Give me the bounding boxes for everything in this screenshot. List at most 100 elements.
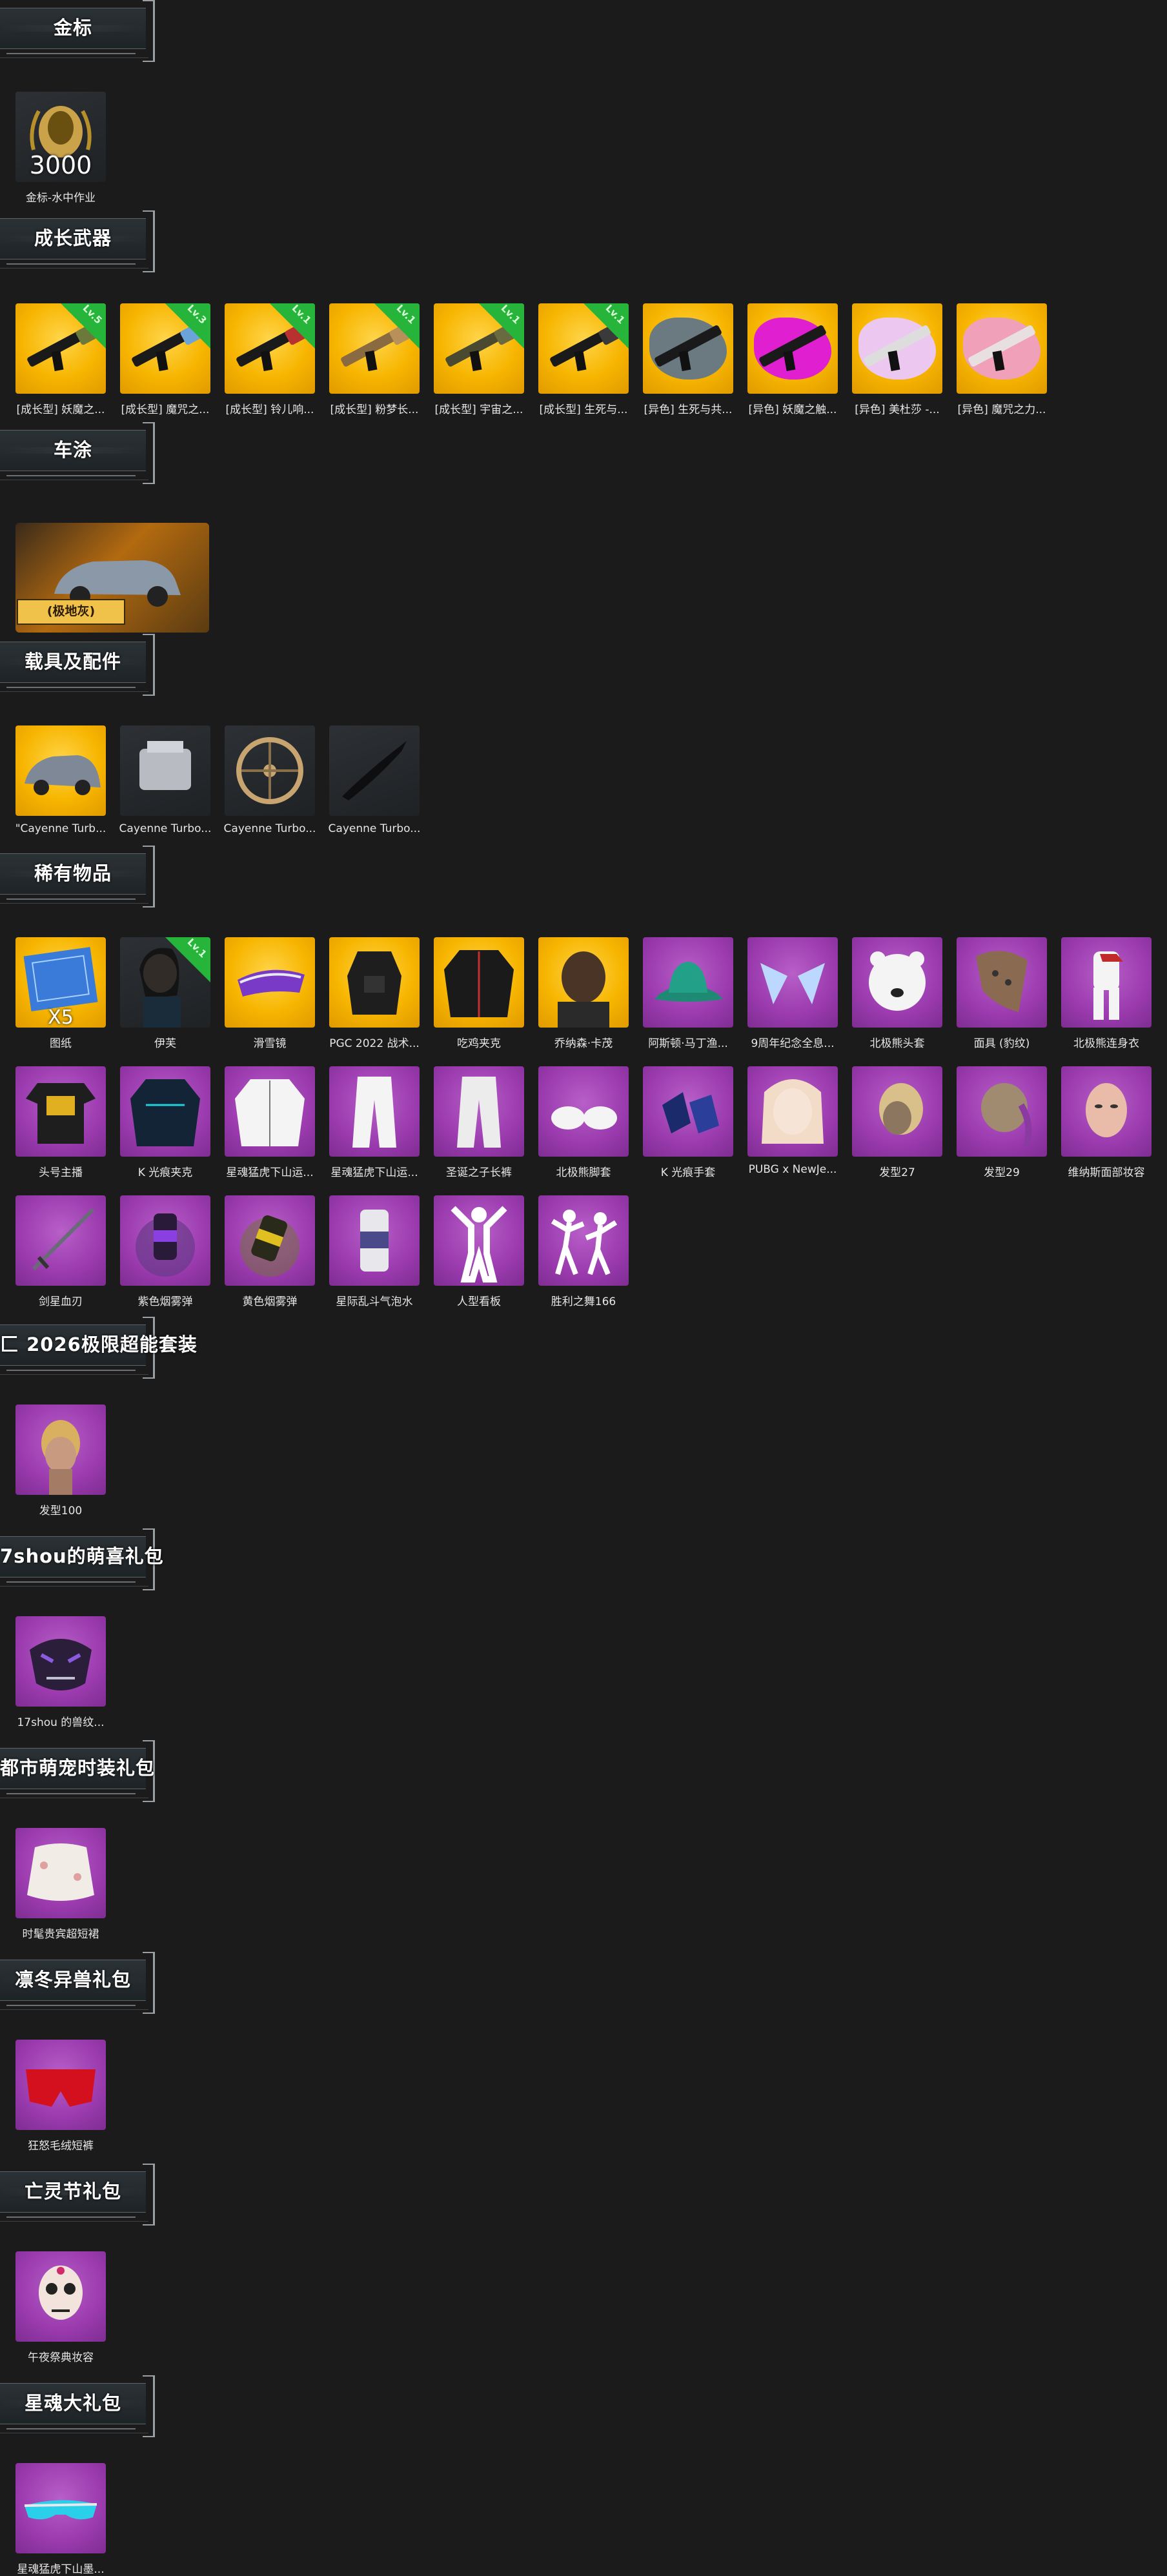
level-badge: Lv.1 bbox=[185, 937, 209, 960]
section-title: 成长武器 bbox=[34, 227, 112, 249]
item-label: 星魂猛虎下山运... bbox=[226, 1166, 314, 1179]
rifle-icon: Lv.1 bbox=[329, 303, 420, 394]
level-badge: Lv.5 bbox=[80, 303, 105, 327]
spoiler-icon bbox=[329, 725, 420, 816]
item-label: [异色] 美杜莎 -... bbox=[855, 403, 940, 416]
goggles-icon bbox=[225, 937, 315, 1028]
section-weapons: 成长武器 Lv.5 [成长型] 妖魔之... Lv.3 [成长型] 魔咒之...… bbox=[0, 210, 1167, 423]
section-title: 7shou的萌喜礼包 bbox=[0, 1545, 164, 1567]
rifle-icon bbox=[643, 303, 733, 394]
tshirt-icon bbox=[15, 1066, 106, 1157]
gold-value: 3000 bbox=[29, 151, 92, 179]
hairstyle-icon bbox=[15, 1405, 106, 1495]
smoke-grenade-icon bbox=[225, 1195, 315, 1286]
section-title: 亡灵节礼包 bbox=[24, 2180, 121, 2202]
section-header: 凛冬异兽礼包 bbox=[0, 1952, 155, 2014]
item-label: 乔纳森·卡茂 bbox=[554, 1037, 613, 1050]
section-header: 7shou的萌喜礼包 bbox=[0, 1528, 163, 1590]
item-label: 头号主播 bbox=[39, 1166, 83, 1179]
item-label: 发型100 bbox=[39, 1505, 83, 1517]
item-label: 黄色烟雾弹 bbox=[242, 1295, 298, 1308]
item-label: 北极熊连身衣 bbox=[1073, 1037, 1139, 1050]
character-portrait-icon bbox=[538, 937, 629, 1028]
item-label: Cayenne Turbo... bbox=[119, 822, 212, 835]
section-vehicle-parts: 载具及配件 "Cayenne Turb... Cayenne Turbo... … bbox=[0, 634, 1167, 847]
inventory-page: 金标 3000 金标-水中作业 成长武器 Lv.5 [成长型] 妖魔之... L… bbox=[0, 0, 1167, 2576]
section-pack-4: 凛冬异兽礼包 狂怒毛绒短裤 bbox=[0, 1952, 1167, 2165]
title-text: 2026极限超能套装 bbox=[26, 1334, 198, 1355]
rifle-icon: Lv.5 bbox=[15, 303, 106, 394]
level-badge: Lv.3 bbox=[185, 303, 209, 327]
item-label: 9周年纪念全息... bbox=[751, 1037, 835, 1050]
sunglasses-icon bbox=[15, 2463, 106, 2553]
jacket-icon bbox=[120, 1066, 210, 1157]
section-title: 金标 bbox=[53, 17, 92, 39]
item-label: 剑星血刃 bbox=[39, 1295, 83, 1308]
hairstyle-icon bbox=[852, 1066, 942, 1157]
section-pack-3: 都市萌宠时装礼包 时髦贵宾超短裙 bbox=[0, 1740, 1167, 1953]
item-label: 午夜祭典妆容 bbox=[28, 2351, 94, 2364]
section-title: 车涂 bbox=[53, 439, 92, 461]
wheel-icon bbox=[225, 725, 315, 816]
gold-badge-icon: 3000 bbox=[15, 92, 106, 182]
item-label: [成长型] 宇宙之... bbox=[434, 403, 523, 416]
item-label: 星魂猛虎下山运... bbox=[330, 1166, 418, 1179]
rifle-icon bbox=[852, 303, 942, 394]
item-label: 图纸 bbox=[50, 1037, 72, 1050]
rifle-icon: Lv.1 bbox=[434, 303, 524, 394]
item-label: K 光痕手套 bbox=[660, 1166, 716, 1179]
shorts-icon bbox=[15, 2040, 106, 2130]
section-title: 载具及配件 bbox=[24, 651, 121, 673]
item-label: PGC 2022 战术... bbox=[329, 1037, 420, 1050]
item-label: [成长型] 魔咒之... bbox=[121, 403, 210, 416]
ears-icon bbox=[747, 937, 838, 1028]
section-header: 亡灵节礼包 bbox=[0, 2164, 155, 2226]
engine-icon bbox=[120, 725, 210, 816]
item-label: 发型29 bbox=[984, 1166, 1020, 1179]
rifle-icon: Lv.1 bbox=[225, 303, 315, 394]
section-header: 都市萌宠时装礼包 bbox=[0, 1740, 156, 1802]
section-header: 载具及配件 bbox=[0, 634, 155, 696]
item-label: 时髦贵宾超短裙 bbox=[22, 1928, 99, 1941]
rifle-icon bbox=[747, 303, 838, 394]
item-label: "Cayenne Turb... bbox=[15, 822, 107, 835]
vest-icon bbox=[329, 937, 420, 1028]
section-title: 星魂大礼包 bbox=[24, 2392, 121, 2414]
dance-emote-icon bbox=[538, 1195, 629, 1286]
item-label: 圣诞之子长裤 bbox=[446, 1166, 512, 1179]
item-label: 胜利之舞166 bbox=[551, 1295, 616, 1308]
section-title: 稀有物品 bbox=[34, 862, 112, 884]
section-title: 匚 2026极限超能套装 bbox=[0, 1327, 198, 1362]
item-label: [成长型] 粉梦长... bbox=[330, 403, 419, 416]
item-label: [异色] 魔咒之力... bbox=[957, 403, 1046, 416]
section-header: 成长武器 bbox=[0, 210, 155, 272]
rifle-icon: Lv.3 bbox=[120, 303, 210, 394]
hairstyle-icon bbox=[957, 1066, 1047, 1157]
item-label: Cayenne Turbo... bbox=[328, 822, 421, 835]
soda-can-icon bbox=[329, 1195, 420, 1286]
pants-icon bbox=[434, 1066, 524, 1157]
level-badge: Lv.1 bbox=[603, 303, 627, 327]
item-label: 人型看板 bbox=[457, 1295, 501, 1308]
item-label: 星际乱斗气泡水 bbox=[336, 1295, 413, 1308]
car-icon bbox=[15, 725, 106, 816]
gloves-icon bbox=[643, 1066, 733, 1157]
title-prefix: 匚 bbox=[0, 1334, 20, 1355]
item-label: [异色] 妖魔之触... bbox=[748, 403, 837, 416]
item-label: PUBG x NewJe... bbox=[748, 1163, 837, 1176]
section-title: 凛冬异兽礼包 bbox=[14, 1969, 131, 1991]
level-badge: Lv.1 bbox=[289, 303, 314, 327]
item-label: Cayenne Turbo... bbox=[223, 822, 316, 835]
car-icon: (极地灰) bbox=[15, 523, 209, 633]
section-header: 星魂大礼包 bbox=[0, 2375, 155, 2437]
face-makeup-icon bbox=[1061, 1066, 1152, 1157]
section-gold: 金标 3000 金标-水中作业 bbox=[0, 0, 1167, 207]
jacket-icon bbox=[434, 937, 524, 1028]
item-label: [成长型] 生死与... bbox=[539, 403, 628, 416]
item-label: 北极熊脚套 bbox=[556, 1166, 611, 1179]
skirt-icon bbox=[15, 1828, 106, 1918]
figure-board-icon bbox=[434, 1195, 524, 1286]
section-title: 都市萌宠时装礼包 bbox=[0, 1757, 156, 1779]
skin-name-ribbon: (极地灰) bbox=[17, 599, 125, 625]
mask-icon bbox=[957, 937, 1047, 1028]
